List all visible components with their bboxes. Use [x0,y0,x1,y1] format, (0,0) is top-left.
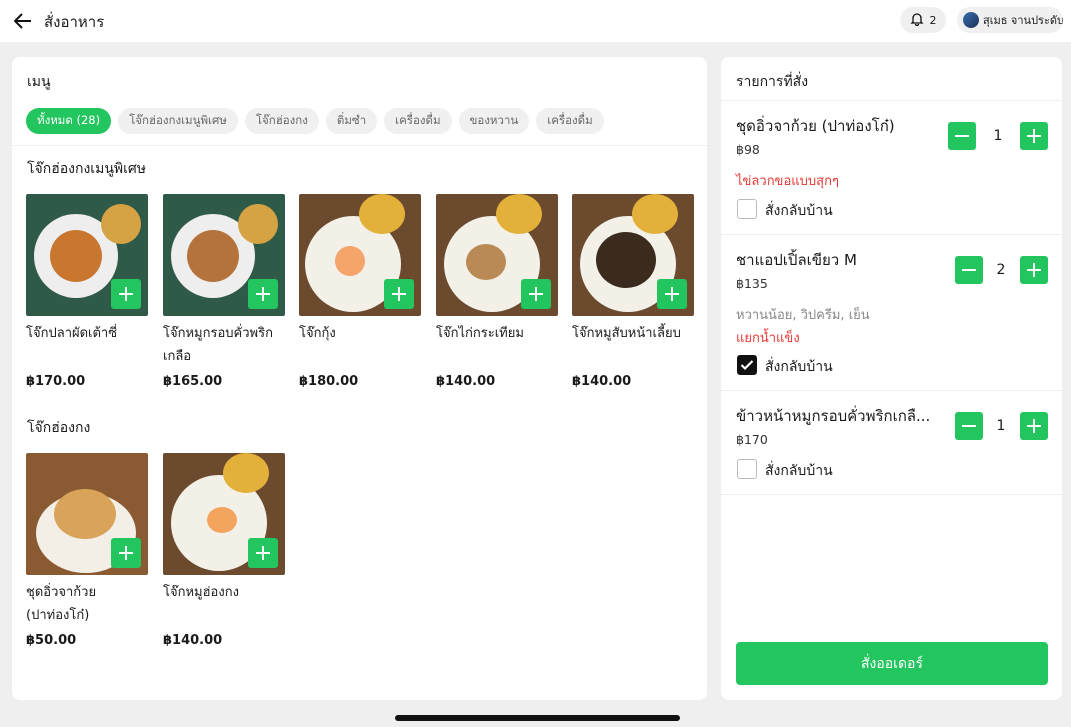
add-icon[interactable] [111,279,141,309]
item-price: ฿140.00 [436,374,496,389]
divider [721,100,1062,101]
food-image [26,194,148,316]
menu-item-card[interactable]: โจ๊กไก่กระเทียม ฿140.00 [436,194,558,389]
menu-item-card[interactable]: โจ๊กหมูฮ่องกง ฿140.00 [163,453,285,648]
divider [12,145,707,146]
tab-hk-congee[interactable]: โจ๊กฮ่องกง [244,108,319,134]
section-title-special: โจ๊กฮ่องกงเมนูพิเศษ [27,161,147,177]
food-image [26,453,148,575]
add-icon[interactable] [248,279,278,309]
user-name: สุเมธ จานประดับ [983,14,1063,27]
menu-item-card[interactable]: โจ๊กกุ้ง ฿180.00 [299,194,421,389]
takeaway-checkbox[interactable] [737,355,757,375]
item-name: โจ๊กหมูสับหน้าเลี้ยบ [572,326,681,341]
menu-item-card[interactable]: ชุดอิ่วจาก้วย (ปาท่องโก๋) ฿50.00 [26,453,148,648]
order-panel: รายการที่สั่ง ชุดอิ่วจาก้วย (ปาท่องโก๋) … [721,57,1062,700]
category-tabs: ทั้งหมด (28) โจ๊กฮ่องกงเมนูพิเศษ โจ๊กฮ่อ… [26,108,604,134]
item-price: ฿140.00 [572,374,632,389]
back-arrow-icon[interactable] [12,10,34,32]
order-item-price: ฿135 [736,276,768,291]
tab-all[interactable]: ทั้งหมด (28) [26,108,112,134]
takeaway-checkbox[interactable] [737,199,757,219]
item-name: โจ๊กหมูฮ่องกง [163,585,239,600]
increase-qty-button[interactable] [1020,412,1048,440]
order-item-price: ฿170 [736,432,768,447]
add-icon[interactable] [111,538,141,568]
checkmark-icon [740,360,754,371]
add-icon[interactable] [384,279,414,309]
home-indicator [395,715,680,721]
item-price: ฿165.00 [163,374,223,389]
menu-item-card[interactable]: โจ๊กปลาผัดเต้าซี่ ฿170.00 [26,194,148,389]
takeaway-label: สั่งกลับบ้าน [765,359,833,375]
order-item-price: ฿98 [736,142,760,157]
takeaway-label: สั่งกลับบ้าน [765,463,833,479]
tab-drinks[interactable]: เครื่องดื่ม [384,108,452,134]
order-item-special-note: ไข่ลวกขอแบบสุกๆ [736,174,839,189]
order-item-options: หวานน้อย, วิปครีม, เย็น [736,308,870,323]
divider [721,494,1062,495]
menu-item-card[interactable]: โจ๊กหมูกรอบคั่วพริกเกลือ ฿165.00 [163,194,285,389]
avatar [963,12,979,28]
food-image [163,194,285,316]
item-name: โจ๊กหมูกรอบคั่วพริกเกลือ [163,326,273,364]
menu-item-card[interactable]: โจ๊กหมูสับหน้าเลี้ยบ ฿140.00 [572,194,694,389]
item-price: ฿140.00 [163,633,223,648]
food-image [572,194,694,316]
tab-dim-sum[interactable]: ติ่มซำ [325,108,378,134]
divider [721,234,1062,235]
divider [721,390,1062,391]
decrease-qty-button[interactable] [955,256,983,284]
add-icon[interactable] [657,279,687,309]
tab-special-congee[interactable]: โจ๊กฮ่องกงเมนูพิเศษ [118,108,238,134]
notification-button[interactable]: 2 [900,7,946,33]
add-icon[interactable] [521,279,551,309]
qty-value: 1 [993,128,1003,144]
food-image [299,194,421,316]
order-item-name: ชาแอปเปิ้ลเขียว M [736,251,857,269]
decrease-qty-button[interactable] [955,412,983,440]
menu-panel: เมนู ทั้งหมด (28) โจ๊กฮ่องกงเมนูพิเศษ โจ… [12,57,707,700]
takeaway-label: สั่งกลับบ้าน [765,203,833,219]
menu-title: เมนู [27,74,51,90]
increase-qty-button[interactable] [1020,256,1048,284]
order-item-name: ข้าวหน้าหมูกรอบคั่วพริกเกลื... [736,407,931,425]
order-item-special-note: แยกน้ำแข็ง [736,331,800,346]
order-item-name: ชุดอิ่วจาก้วย (ปาท่องโก๋) [736,117,895,135]
item-price: ฿170.00 [26,374,86,389]
notification-count: 2 [929,13,937,27]
tab-desserts[interactable]: ของหวาน [458,108,530,134]
takeaway-checkbox[interactable] [737,459,757,479]
submit-order-button[interactable]: สั่งออเดอร์ [736,642,1048,685]
qty-value: 1 [996,418,1006,434]
item-name: โจ๊กกุ้ง [299,326,336,341]
add-icon[interactable] [248,538,278,568]
bell-icon [909,12,924,29]
page-title: สั่งอาหาร [44,13,105,31]
item-price: ฿180.00 [299,374,359,389]
order-title: รายการที่สั่ง [736,74,809,90]
qty-value: 2 [996,262,1006,278]
item-name: โจ๊กไก่กระเทียม [436,326,524,341]
section-title-hk: โจ๊กฮ่องกง [27,420,91,436]
food-image [163,453,285,575]
user-profile-button[interactable]: สุเมธ จานประดับ [957,7,1063,33]
food-image [436,194,558,316]
decrease-qty-button[interactable] [948,122,976,150]
top-bar: สั่งอาหาร 2 สุเมธ จานประดับ [0,0,1071,42]
item-price: ฿50.00 [26,633,77,648]
item-name: โจ๊กปลาผัดเต้าซี่ [26,326,118,341]
item-name: ชุดอิ่วจาก้วย (ปาท่องโก๋) [26,585,97,623]
increase-qty-button[interactable] [1020,122,1048,150]
tab-drinks-2[interactable]: เครื่องดื่ม [536,108,604,134]
